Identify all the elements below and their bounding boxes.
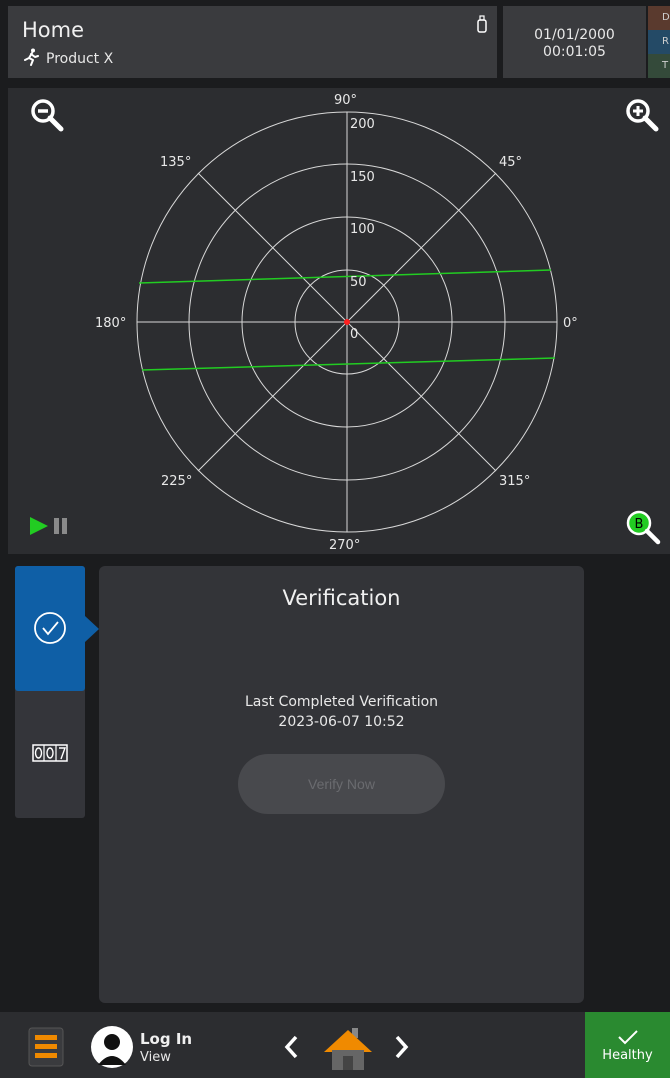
active-indicator-arrow <box>85 616 99 642</box>
next-button[interactable] <box>392 1034 410 1064</box>
zoom-out-button[interactable] <box>30 98 66 138</box>
polar-plot: 90° 45° 0° 315° 270° 225° 180° 135° 200 … <box>95 93 578 553</box>
center-marker <box>344 319 350 325</box>
angle-label-315: 315° <box>499 474 530 489</box>
user-avatar[interactable] <box>90 1025 134 1073</box>
home-icon <box>324 1028 372 1070</box>
status-healthy[interactable]: Healthy <box>585 1012 670 1078</box>
chevron-right-icon <box>395 1035 409 1059</box>
verify-now-button[interactable]: Verify Now <box>238 754 445 814</box>
home-button[interactable] <box>322 1026 374 1076</box>
zoom-out-icon <box>31 99 64 132</box>
last-verification-label: Last Completed Verification <box>244 694 439 710</box>
radius-label-100: 100 <box>350 222 375 237</box>
angle-label-225: 225° <box>161 474 192 489</box>
menu-button[interactable] <box>28 1027 64 1067</box>
radius-label-50: 50 <box>350 275 367 290</box>
angle-label-270: 270° <box>329 538 360 553</box>
counter-icon <box>32 744 68 762</box>
check-circle-icon <box>34 612 66 644</box>
view-mode-label: View <box>140 1050 171 1065</box>
last-verification-date: 2023-06-07 10:52 <box>278 714 405 730</box>
angle-label-135: 135° <box>160 155 191 170</box>
angle-label-0: 0° <box>563 316 578 331</box>
beam-label: B <box>635 517 644 532</box>
login-label[interactable]: Log In <box>140 1030 192 1048</box>
menu-icon <box>28 1027 64 1067</box>
radius-label-0: 0 <box>350 327 358 342</box>
angle-label-90: 90° <box>334 93 357 108</box>
radius-label-200: 200 <box>350 117 375 132</box>
zoom-in-button[interactable] <box>625 98 661 138</box>
angle-label-45: 45° <box>499 155 522 170</box>
beam-line-lower <box>141 357 556 371</box>
rail-item-counter[interactable] <box>32 742 68 768</box>
card-title: Verification <box>282 586 401 610</box>
beam-zoom-icon: B <box>626 510 661 545</box>
play-pause-icon <box>30 517 67 535</box>
user-avatar-icon <box>91 1026 133 1068</box>
prev-button[interactable] <box>283 1034 301 1064</box>
zoom-in-icon <box>626 99 659 132</box>
angle-label-180: 180° <box>95 316 126 331</box>
beam-zoom-button[interactable]: B <box>626 510 662 550</box>
beam-line-upper <box>138 269 552 284</box>
checkmark-icon <box>617 1029 638 1044</box>
radius-label-150: 150 <box>350 170 375 185</box>
chevron-left-icon <box>284 1035 298 1059</box>
rail-item-verification[interactable] <box>15 566 85 691</box>
status-label: Healthy <box>602 1047 653 1063</box>
play-pause-control[interactable] <box>30 515 72 537</box>
